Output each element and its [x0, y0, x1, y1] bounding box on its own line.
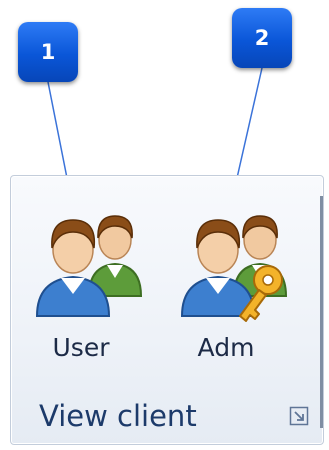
leader-line-1 — [47, 81, 68, 179]
user-button[interactable]: User — [11, 188, 151, 388]
users-icon — [35, 215, 143, 317]
callout-badge-1: 1 — [18, 22, 78, 82]
admin-users-key-icon — [180, 215, 288, 322]
ribbon-group-view-client: User Adm View client — [10, 175, 324, 445]
ribbon-group-separator — [320, 196, 323, 428]
leader-line-2 — [236, 67, 263, 179]
callout-number-2: 2 — [254, 26, 270, 50]
adm-button[interactable]: Adm — [156, 188, 296, 388]
adm-button-label: Adm — [197, 333, 255, 362]
callout-number-1: 1 — [40, 40, 56, 64]
user-button-label: User — [52, 333, 110, 362]
ribbon-group-title: View client — [39, 399, 197, 433]
dialog-launcher-icon[interactable] — [289, 406, 309, 426]
callout-badge-2: 2 — [232, 8, 292, 68]
